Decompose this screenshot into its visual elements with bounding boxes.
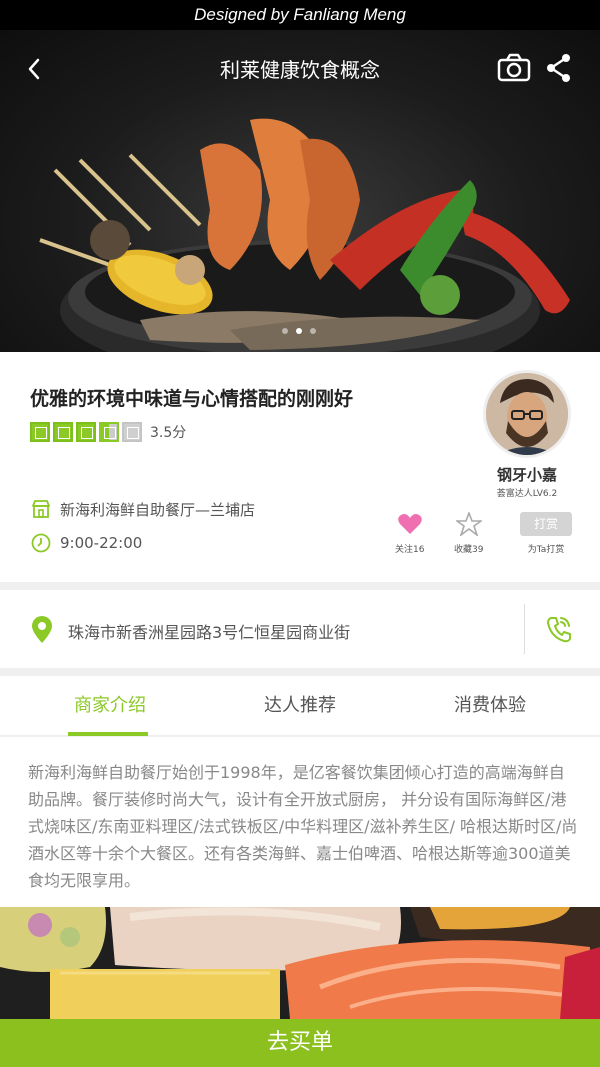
sushi-photo[interactable] — [0, 907, 600, 1019]
top-nav: 利莱健康饮食概念 — [0, 30, 600, 106]
tab-consumer-experience[interactable]: 消费体验 — [390, 676, 590, 736]
checkout-button[interactable]: 去买单 — [0, 1019, 600, 1067]
sushi-image — [0, 907, 600, 1019]
store-name-row: 新海利海鲜自助餐厅—兰埔店 — [30, 498, 255, 520]
clock-icon — [31, 533, 51, 553]
follow-action[interactable]: 关注16 — [395, 512, 424, 555]
author-portrait-image — [486, 373, 568, 455]
store-icon — [32, 500, 50, 518]
rating-box-full — [53, 422, 73, 442]
hours-row: 9:00-22:00 — [30, 532, 142, 554]
carousel-dot-active[interactable] — [296, 328, 302, 334]
store-name: 新海利海鲜自助餐厅—兰埔店 — [60, 500, 256, 519]
star-icon[interactable] — [455, 512, 482, 536]
tip-label: 为Ta打赏 — [527, 545, 565, 555]
section-tabs: 商家介绍 达人推荐 消费体验 — [0, 676, 600, 736]
phone-icon[interactable] — [546, 615, 572, 643]
rating-box-full — [30, 422, 50, 442]
address-text: 珠海市新香洲星园路3号仁恒星园商业街 — [68, 623, 351, 642]
shop-headline: 优雅的环境中味道与心情搭配的刚刚好 — [30, 388, 354, 410]
business-hours: 9:00-22:00 — [60, 534, 143, 552]
tab-merchant-intro[interactable]: 商家介绍 — [10, 676, 210, 736]
rating-row: 3.5分 — [30, 422, 186, 442]
rating-box-empty — [122, 422, 142, 442]
share-icon[interactable] — [544, 52, 574, 84]
carousel-indicator[interactable] — [282, 328, 316, 334]
avatar[interactable] — [483, 370, 571, 458]
heart-icon[interactable] — [397, 512, 423, 536]
active-tab-indicator — [68, 732, 148, 736]
camera-icon[interactable] — [496, 52, 532, 84]
author-level: 荟富达人LV6.2 — [496, 489, 558, 499]
address-bar[interactable]: 珠海市新香洲星园路3号仁恒星园商业街 — [0, 590, 600, 668]
merchant-intro-text: 新海利海鲜自助餐厅始创于1998年，是亿客餐饮集团倾心打造的高端海鲜自助品牌。餐… — [0, 737, 600, 907]
designer-credit: Designed by Fanliang Meng — [0, 0, 600, 30]
rating-box-half — [99, 422, 119, 442]
tip-action[interactable]: 打赏 为Ta打赏 — [520, 512, 572, 555]
favorite-action[interactable]: 收藏39 — [454, 512, 483, 555]
follow-count: 关注16 — [395, 545, 425, 555]
tab-expert-recommend[interactable]: 达人推荐 — [200, 676, 400, 736]
carousel-dot[interactable] — [282, 328, 288, 334]
rating-score: 3.5分 — [150, 425, 187, 441]
author-name[interactable]: 钢牙小嘉 — [470, 464, 584, 485]
divider — [524, 604, 525, 654]
rating-box-full — [76, 422, 96, 442]
carousel-dot[interactable] — [310, 328, 316, 334]
location-pin-icon — [32, 616, 52, 643]
favorite-count: 收藏39 — [454, 545, 484, 555]
tip-button[interactable]: 打赏 — [520, 512, 572, 536]
